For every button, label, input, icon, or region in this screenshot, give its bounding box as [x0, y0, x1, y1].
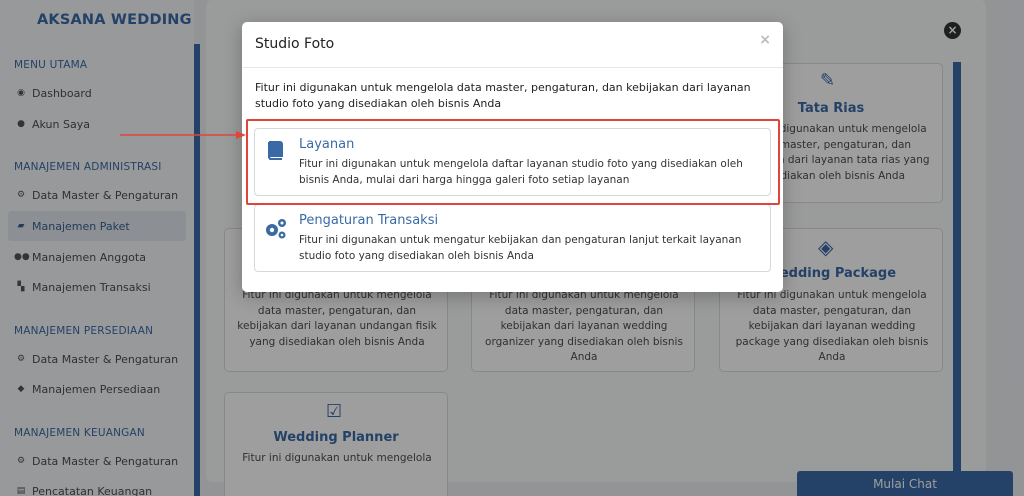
- gears-icon: [266, 219, 286, 239]
- option-desc: Fitur ini digunakan untuk mengatur kebij…: [299, 234, 742, 262]
- highlight-box: [246, 119, 780, 205]
- annotation-arrow: [120, 131, 246, 139]
- option-pengaturan-transaksi[interactable]: Pengaturan Transaksi Fitur ini digunakan…: [254, 204, 771, 272]
- modal-description: Fitur ini digunakan untuk mengelola data…: [255, 81, 751, 110]
- modal-divider: [242, 67, 783, 68]
- modal-close-button[interactable]: ×: [759, 32, 771, 48]
- option-title: Pengaturan Transaksi: [299, 213, 439, 228]
- modal-title: Studio Foto: [255, 36, 335, 52]
